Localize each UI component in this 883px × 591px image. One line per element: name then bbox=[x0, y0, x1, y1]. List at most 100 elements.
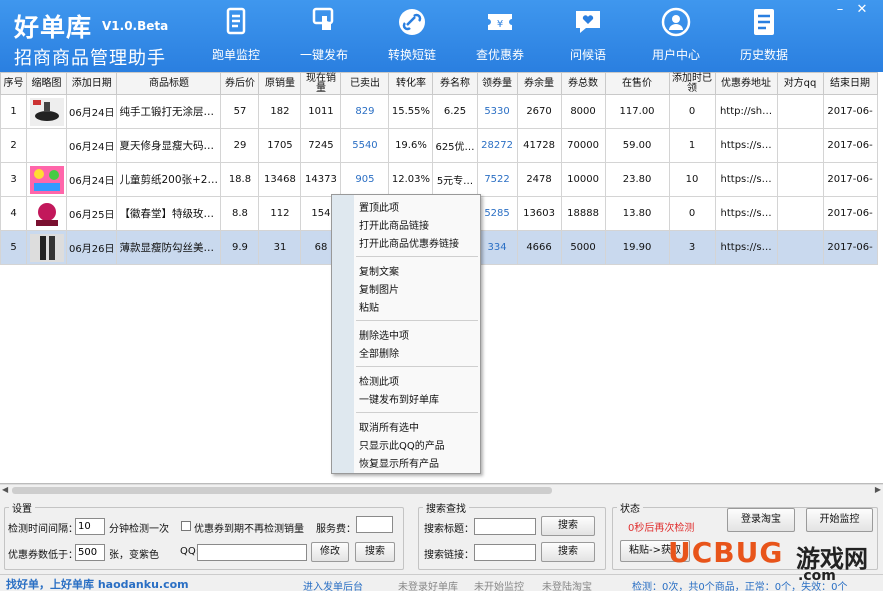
thumbnail-cell bbox=[26, 230, 67, 265]
nav-short-link[interactable]: 转换短链 bbox=[372, 6, 452, 68]
column-header[interactable]: 转化率 bbox=[388, 72, 434, 95]
cell-orig: 1705 bbox=[258, 128, 302, 163]
nav-greeting[interactable]: 问候语 bbox=[548, 6, 628, 68]
context-menu-item[interactable]: 复制图片 bbox=[359, 281, 399, 296]
expire-checkbox[interactable] bbox=[181, 521, 191, 531]
hand-click-icon bbox=[312, 7, 334, 30]
column-header[interactable]: 原销量 bbox=[258, 72, 302, 95]
column-header[interactable]: 结束日期 bbox=[822, 72, 878, 95]
cell-no: 4 bbox=[0, 196, 27, 231]
cell-total: 18888 bbox=[560, 196, 606, 231]
cell-orig: 112 bbox=[258, 196, 302, 231]
column-header[interactable]: 添加日期 bbox=[65, 72, 118, 95]
cell-total: 8000 bbox=[560, 94, 606, 129]
search-link-label: 搜索链接： bbox=[424, 550, 474, 561]
column-header[interactable]: 领券量 bbox=[476, 72, 518, 95]
search-title-button[interactable]: 搜索 bbox=[541, 516, 595, 536]
login-taobao-button[interactable]: 登录淘宝 bbox=[727, 508, 795, 532]
nav-label: 一键发布 bbox=[299, 48, 348, 62]
search-link-input[interactable] bbox=[474, 544, 536, 561]
column-header[interactable]: 缩略图 bbox=[26, 72, 67, 95]
nav-label: 历史数据 bbox=[739, 48, 788, 62]
cell-after: 18.8 bbox=[220, 162, 260, 197]
column-header[interactable]: 序号 bbox=[0, 72, 27, 95]
column-header[interactable]: 优惠券地址 bbox=[714, 72, 778, 95]
cell-price: 23.80 bbox=[604, 162, 670, 197]
horizontal-scrollbar[interactable]: ◀ ▶ bbox=[0, 484, 883, 496]
qq-search-button[interactable]: 搜索 bbox=[355, 542, 395, 562]
context-menu-item[interactable]: 粘贴 bbox=[359, 299, 379, 314]
context-menu-item[interactable]: 只显示此QQ的产品 bbox=[359, 437, 445, 452]
table-row[interactable]: 2 06月24日 夏天修身显瘦大码… 29 1705 7245 5540 19.6% 625优…… bbox=[0, 128, 878, 163]
cell-price: 19.90 bbox=[604, 230, 670, 265]
column-header[interactable]: 券总数 bbox=[560, 72, 606, 95]
context-menu-item[interactable]: 取消所有选中 bbox=[359, 419, 419, 434]
nav-user-center[interactable]: 用户中心 bbox=[636, 6, 716, 68]
cell-date: 06月25日 bbox=[65, 196, 118, 231]
cell-date: 06月26日 bbox=[65, 230, 118, 265]
slogan-link[interactable]: 找好单，上好单库 haodanku.com bbox=[6, 576, 189, 591]
cell-got: 334 bbox=[476, 230, 518, 265]
fee-input[interactable] bbox=[356, 516, 393, 533]
cell-after: 9.9 bbox=[220, 230, 260, 265]
column-header[interactable]: 已卖出 bbox=[340, 72, 390, 95]
column-header[interactable]: 现在销量 bbox=[300, 72, 342, 95]
watermark-logo: UCBUG 游戏网 .com bbox=[658, 532, 883, 588]
search-title-input[interactable] bbox=[474, 518, 536, 535]
cell-left: 4666 bbox=[516, 230, 562, 265]
backend-link[interactable]: 进入发单后台 bbox=[303, 578, 363, 591]
column-header[interactable]: 券余量 bbox=[516, 72, 562, 95]
column-header[interactable]: 在售价 bbox=[604, 72, 670, 95]
nav-history[interactable]: 历史数据 bbox=[724, 6, 804, 68]
context-menu-item[interactable]: 删除选中项 bbox=[359, 327, 409, 342]
context-menu-item[interactable]: 全部删除 bbox=[359, 345, 399, 360]
context-menu-item[interactable]: 复制文案 bbox=[359, 263, 399, 278]
start-monitor-button[interactable]: 开始监控 bbox=[806, 508, 873, 532]
context-menu-separator bbox=[356, 256, 478, 257]
search-title-label: 搜索标题： bbox=[424, 524, 474, 535]
table-row[interactable]: 3 06月24日 儿童剪纸200张+2… 18.8 13468 14373 905 12.03… bbox=[0, 162, 878, 197]
interval-unit: 分钟检测一次 bbox=[109, 524, 169, 535]
cell-sold: 829 bbox=[340, 94, 390, 129]
search-link-button[interactable]: 搜索 bbox=[541, 542, 595, 562]
cell-coupon: 6.25 bbox=[432, 94, 478, 129]
coupon-below-input[interactable] bbox=[75, 544, 105, 561]
cell-end: 2017-06- bbox=[822, 162, 878, 197]
scroll-left-icon[interactable]: ◀ bbox=[2, 485, 8, 494]
cell-left: 41728 bbox=[516, 128, 562, 163]
column-header[interactable]: 商品标题 bbox=[116, 72, 222, 95]
column-header[interactable]: 券后价 bbox=[220, 72, 260, 95]
column-header[interactable]: 券名称 bbox=[432, 72, 478, 95]
modify-button[interactable]: 修改 bbox=[311, 542, 349, 562]
nav-find-coupon[interactable]: ¥ 查优惠券 bbox=[460, 6, 540, 68]
cell-added: 1 bbox=[668, 128, 716, 163]
scroll-right-icon[interactable]: ▶ bbox=[875, 485, 881, 494]
nav-one-click-publish[interactable]: 一键发布 bbox=[284, 6, 364, 68]
scroll-thumb[interactable] bbox=[12, 487, 552, 494]
nav-label: 问候语 bbox=[569, 48, 606, 62]
header-bar: 好单库 V1.0.Beta 招商商品管理助手 跑单监控 一键发布 转换短链 ¥ 查… bbox=[0, 0, 883, 72]
table-row[interactable]: 1 06月24日 纯手工锻打无涂层… 57 182 1011 829 15.55% 6.25 53… bbox=[0, 94, 878, 129]
context-menu-item[interactable]: 恢复显示所有产品 bbox=[359, 455, 439, 470]
column-header[interactable]: 对方qq bbox=[776, 72, 824, 95]
context-menu-item[interactable]: 置顶此项 bbox=[359, 199, 399, 214]
qq-input[interactable] bbox=[197, 544, 307, 561]
context-menu-item[interactable]: 检测此项 bbox=[359, 373, 399, 388]
interval-input[interactable] bbox=[75, 518, 105, 535]
context-menu-gutter bbox=[332, 195, 354, 473]
context-menu-item[interactable]: 一键发布到好单库 bbox=[359, 391, 439, 406]
cell-url: http://sh… bbox=[714, 94, 778, 129]
cell-total: 10000 bbox=[560, 162, 606, 197]
nav-run-monitor[interactable]: 跑单监控 bbox=[196, 6, 276, 68]
minimize-button[interactable]: – bbox=[829, 2, 851, 17]
column-header[interactable]: 添加时已领 bbox=[668, 72, 716, 95]
context-menu-item[interactable]: 打开此商品优惠券链接 bbox=[359, 235, 459, 250]
context-menu-item[interactable]: 打开此商品链接 bbox=[359, 217, 429, 232]
coupon-below-label: 优惠券数低于： bbox=[8, 550, 78, 561]
table-header-row: 序号 缩略图 添加日期 商品标题 券后价 原销量 现在销量 已卖出 转化率 券名称 领券量 券余量 券总… bbox=[0, 72, 878, 95]
cell-got: 5330 bbox=[476, 94, 518, 129]
close-button[interactable]: ✕ bbox=[851, 2, 873, 17]
status-legend: 状态 bbox=[620, 504, 640, 515]
expire-label: 优惠券到期不再检测销量 bbox=[194, 524, 304, 535]
cell-now: 14373 bbox=[300, 162, 342, 197]
